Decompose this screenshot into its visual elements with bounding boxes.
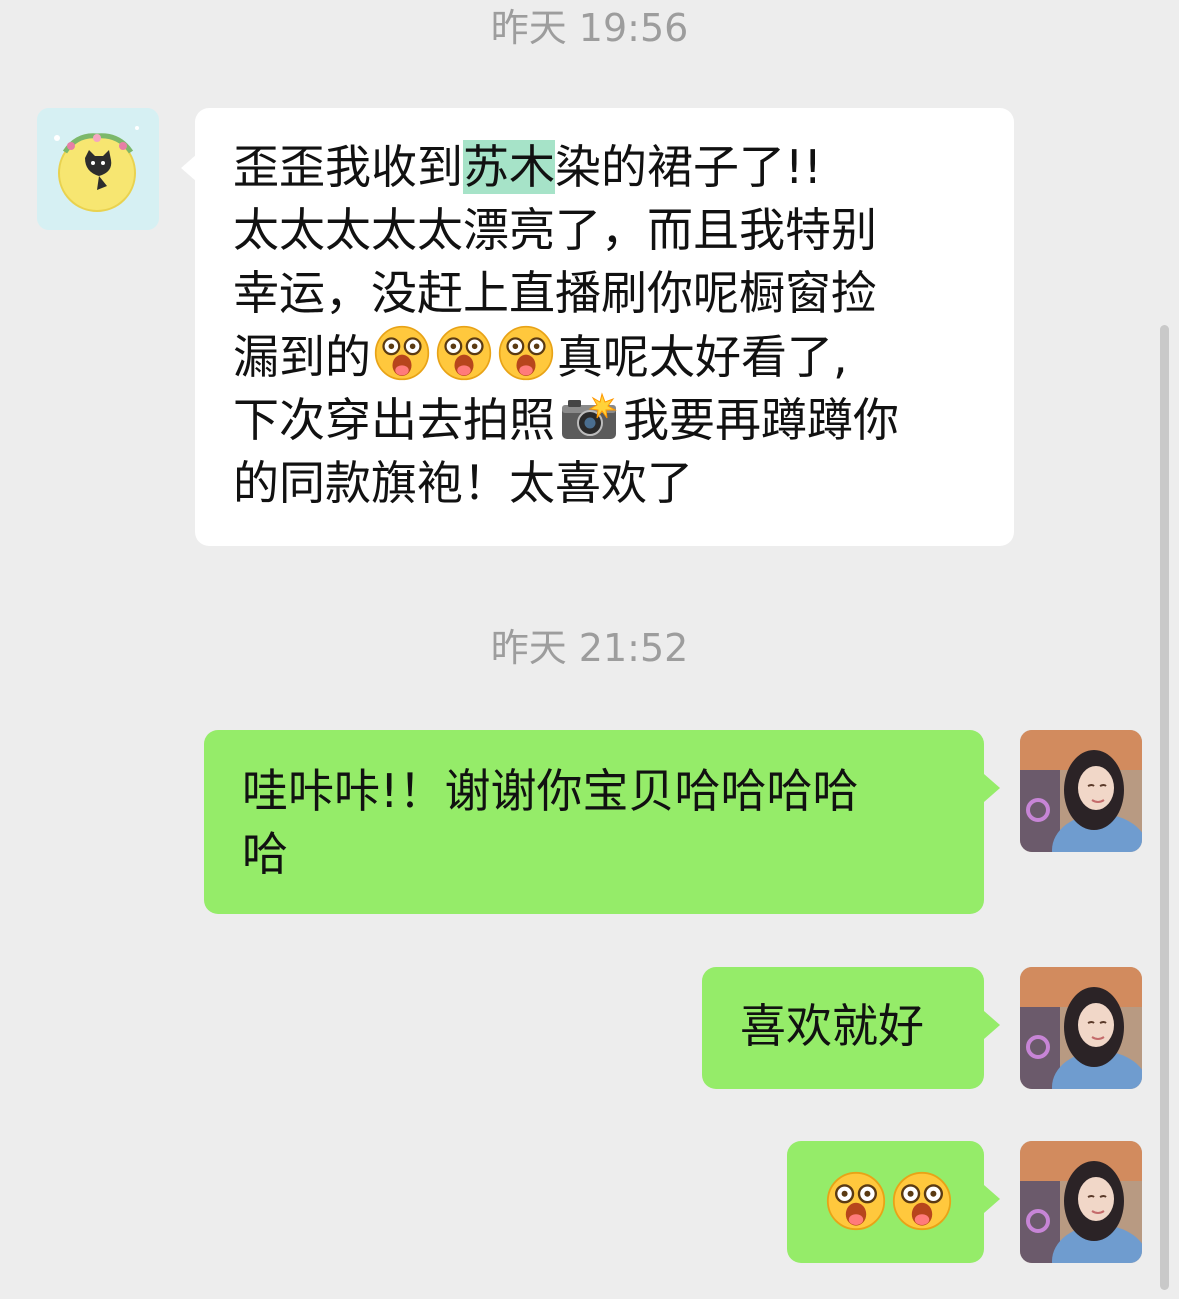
avatar-image bbox=[37, 108, 159, 230]
outgoing-message-bubble-2[interactable]: 喜欢就好 bbox=[702, 967, 984, 1089]
contact-avatar[interactable] bbox=[37, 108, 159, 230]
highlighted-text[interactable]: 苏木 bbox=[463, 140, 555, 194]
outgoing-bubble-tail bbox=[984, 1011, 1000, 1039]
user-avatar[interactable] bbox=[1020, 1141, 1142, 1263]
message-line-3: 幸运，没赶上直播刷你呢橱窗捡 bbox=[233, 266, 877, 320]
avatar-image bbox=[1020, 1141, 1142, 1263]
message-line-6: 的同款旗袍！太喜欢了 bbox=[233, 456, 693, 510]
outgoing-message-bubble-3[interactable] bbox=[787, 1141, 984, 1263]
message-line-1: 歪歪我收到苏木染的裙子了!! bbox=[233, 140, 822, 194]
message-line: 哇咔咔!！谢谢你宝贝哈哈哈哈 bbox=[242, 764, 859, 818]
astonished-face-icon bbox=[374, 325, 430, 381]
scrollbar[interactable] bbox=[1160, 325, 1169, 1290]
outgoing-bubble-tail bbox=[984, 1185, 1000, 1213]
message-line-4: 漏到的 真呢太好看了, bbox=[233, 325, 1014, 389]
user-avatar[interactable] bbox=[1020, 730, 1142, 852]
camera-flash-icon bbox=[559, 392, 619, 442]
astonished-face-icon bbox=[892, 1171, 952, 1231]
outgoing-bubble-tail bbox=[984, 774, 1000, 802]
message-line-5: 下次穿出去拍照 我要再蹲蹲你 bbox=[233, 392, 899, 447]
astonished-face-icon bbox=[436, 325, 492, 381]
message-line-2: 太太太太太漂亮了，而且我特别 bbox=[233, 203, 877, 257]
outgoing-message-bubble-1[interactable]: 哇咔咔!！谢谢你宝贝哈哈哈哈 哈 bbox=[204, 730, 984, 914]
avatar-image bbox=[1020, 730, 1142, 852]
timestamp-1: 昨天 19:56 bbox=[490, 6, 689, 50]
user-avatar[interactable] bbox=[1020, 967, 1142, 1089]
avatar-image bbox=[1020, 967, 1142, 1089]
astonished-face-icon bbox=[498, 325, 554, 381]
timestamp-2: 昨天 21:52 bbox=[490, 626, 689, 670]
message-line: 喜欢就好 bbox=[740, 999, 924, 1053]
incoming-message-bubble[interactable]: 歪歪我收到苏木染的裙子了!! 太太太太太漂亮了，而且我特别 幸运，没赶上直播刷你… bbox=[195, 108, 1014, 546]
astonished-face-icon bbox=[826, 1171, 886, 1231]
message-line: 哈 bbox=[242, 827, 288, 881]
